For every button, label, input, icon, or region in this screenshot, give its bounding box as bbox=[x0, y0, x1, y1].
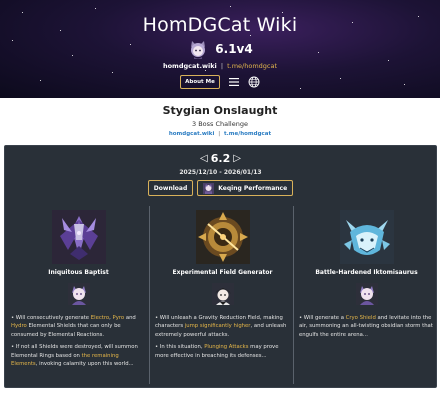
next-version-button[interactable]: ▷ bbox=[233, 153, 241, 164]
boss-card: Battle-Hardened Iktomisaurus • Will gene… bbox=[299, 210, 434, 343]
recommended-character-icon[interactable] bbox=[67, 283, 90, 305]
highlight-text: Pyro bbox=[112, 315, 125, 321]
description-paragraph: • If not all Shields were destroyed, wil… bbox=[11, 343, 146, 368]
download-label: Download bbox=[153, 184, 188, 192]
description-text: • If not all Shields were destroyed, wil… bbox=[11, 344, 138, 359]
star-decoration bbox=[282, 12, 283, 13]
site-link[interactable]: homdgcat.wiki bbox=[163, 62, 217, 70]
description-text: • Will consecutively generate bbox=[11, 315, 91, 321]
page-subtitle: 3 Boss Challenge bbox=[192, 120, 248, 128]
page-links: homdgcat.wiki | t.me/homdgcat bbox=[0, 131, 440, 137]
star-decoration bbox=[230, 6, 231, 7]
challenge-panel: ◁ 6.2 ▷ 2025/12/10 - 2026/01/13 Download… bbox=[4, 145, 437, 388]
description-text: Elemental Shields that can only be consu… bbox=[11, 323, 121, 338]
experimental-field-generator-icon[interactable] bbox=[195, 210, 250, 264]
boss-description: • Will unleash a Gravity Reduction Field… bbox=[155, 314, 290, 360]
star-decoration bbox=[112, 72, 113, 73]
date-range: 2025/12/10 - 2026/01/13 bbox=[179, 169, 262, 176]
description-text: • Will generate a bbox=[299, 315, 346, 321]
menu-icon[interactable] bbox=[228, 76, 240, 88]
highlight-text: jump significantly higher bbox=[184, 323, 251, 330]
site-version: 6.1v4 bbox=[215, 42, 253, 56]
header-actions: About Me bbox=[0, 75, 440, 89]
highlight-text: Hydro bbox=[11, 323, 27, 330]
keqing-performance-button[interactable]: Keqing Performance bbox=[197, 180, 294, 196]
highlight-text: Plunging Attacks bbox=[204, 344, 249, 351]
panel-actions: Download Keqing Performance bbox=[5, 180, 436, 196]
recommended-character-icon[interactable] bbox=[211, 283, 234, 305]
star-decoration bbox=[22, 12, 23, 13]
version-navigator: ◁ 6.2 ▷ bbox=[5, 152, 436, 165]
boss-card: Experimental Field Generator • Will unle… bbox=[155, 210, 290, 364]
page-title: Stygian Onslaught bbox=[162, 104, 278, 117]
description-paragraph: • Will generate a Cryo Shield and levita… bbox=[299, 314, 434, 339]
site-header: HomDGCat Wiki 6.1v4 homdgcat.wiki | t.me… bbox=[0, 0, 440, 98]
keqing-avatar-icon bbox=[203, 182, 215, 194]
recommended-character-icon[interactable] bbox=[355, 283, 378, 305]
boss-name: Iniquitous Baptist bbox=[48, 269, 109, 276]
description-paragraph: • In this situation, Plunging Attacks ma… bbox=[155, 343, 290, 360]
about-me-button[interactable]: About Me bbox=[180, 75, 220, 89]
description-paragraph: • Will consecutively generate Electro, P… bbox=[11, 314, 146, 339]
performance-label: Keqing Performance bbox=[218, 184, 288, 192]
boss-card: Iniquitous Baptist • Will consecutively … bbox=[11, 210, 146, 372]
iniquitous-baptist-icon[interactable] bbox=[51, 210, 106, 264]
description-text: and bbox=[124, 315, 136, 321]
star-decoration bbox=[205, 70, 206, 71]
description-paragraph: • Will unleash a Gravity Reduction Field… bbox=[155, 314, 290, 339]
header-links: homdgcat.wiki | t.me/homdgcat bbox=[0, 62, 440, 70]
prev-version-button[interactable]: ◁ bbox=[200, 153, 208, 164]
mascot-icon bbox=[191, 41, 206, 59]
boss-description: • Will generate a Cryo Shield and levita… bbox=[299, 314, 434, 339]
description-text: , invoking calamity upon this world... bbox=[35, 361, 134, 368]
link-separator: | bbox=[220, 62, 224, 70]
version-row: 6.1v4 bbox=[0, 38, 440, 60]
star-decoration bbox=[388, 60, 389, 61]
column-divider bbox=[293, 206, 294, 384]
highlight-text: Cryo Shield bbox=[345, 315, 376, 321]
current-version: 6.2 bbox=[210, 152, 231, 165]
download-button[interactable]: Download bbox=[147, 180, 194, 196]
description-text: • In this situation, bbox=[155, 344, 205, 351]
highlight-text: Electro bbox=[90, 315, 110, 321]
battle-hardened-iktomisaurus-icon[interactable] bbox=[339, 210, 394, 264]
boss-name: Battle-Hardened Iktomisaurus bbox=[315, 269, 418, 276]
globe-icon[interactable] bbox=[248, 76, 260, 88]
star-decoration bbox=[95, 8, 96, 9]
telegram-link[interactable]: t.me/homdgcat bbox=[227, 62, 277, 70]
site-title[interactable]: HomDGCat Wiki bbox=[0, 14, 440, 36]
telegram-link[interactable]: t.me/homdgcat bbox=[224, 131, 271, 137]
column-divider bbox=[149, 206, 150, 384]
boss-name: Experimental Field Generator bbox=[172, 269, 273, 276]
boss-description: • Will consecutively generate Electro, P… bbox=[11, 314, 146, 368]
site-link[interactable]: homdgcat.wiki bbox=[169, 131, 215, 137]
link-separator: | bbox=[218, 131, 221, 137]
